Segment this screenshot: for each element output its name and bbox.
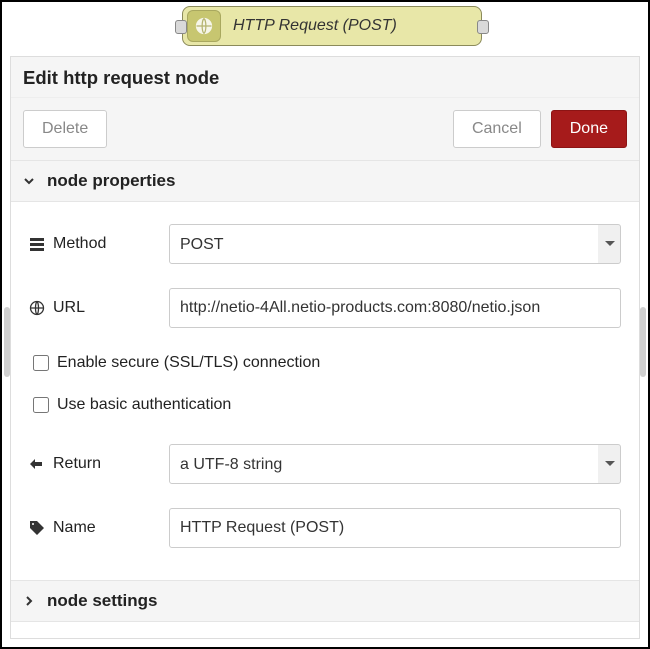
globe-icon [187,10,221,42]
server-icon [29,236,45,252]
return-select[interactable]: a UTF-8 string [169,444,621,484]
method-label: Method [29,235,169,253]
chevron-right-icon [23,595,37,607]
globe-outline-icon [29,300,45,316]
section-settings-label: node settings [47,591,158,611]
panel-action-bar: Delete Cancel Done [11,98,639,160]
url-input[interactable] [169,288,621,328]
edit-panel: Edit http request node Delete Cancel Don… [10,56,640,639]
tag-icon [29,520,45,536]
panel-title: Edit http request node [11,57,639,98]
ssl-checkbox-label: Enable secure (SSL/TLS) connection [57,354,320,372]
name-input[interactable] [169,508,621,548]
node-input-port[interactable] [175,20,187,34]
name-label: Name [29,519,169,537]
return-label: Return [29,455,169,473]
cancel-button[interactable]: Cancel [453,110,541,148]
scrollbar-left[interactable] [4,307,10,377]
node-output-port[interactable] [477,20,489,34]
delete-button[interactable]: Delete [23,110,107,148]
done-button[interactable]: Done [551,110,627,148]
method-select[interactable]: POST [169,224,621,264]
workflow-node[interactable]: HTTP Request (POST) [182,6,482,46]
scrollbar-right[interactable] [640,307,646,377]
ssl-checkbox[interactable] [33,355,49,371]
section-settings-header[interactable]: node settings [11,580,639,622]
url-label: URL [29,299,169,317]
return-arrow-icon [29,456,45,472]
section-properties-label: node properties [47,171,175,191]
auth-checkbox-label: Use basic authentication [57,396,231,414]
auth-checkbox[interactable] [33,397,49,413]
chevron-down-icon [23,175,37,187]
section-properties-header[interactable]: node properties [11,160,639,202]
properties-form: Method POST URL [11,202,639,580]
workflow-node-label: HTTP Request (POST) [233,17,397,35]
